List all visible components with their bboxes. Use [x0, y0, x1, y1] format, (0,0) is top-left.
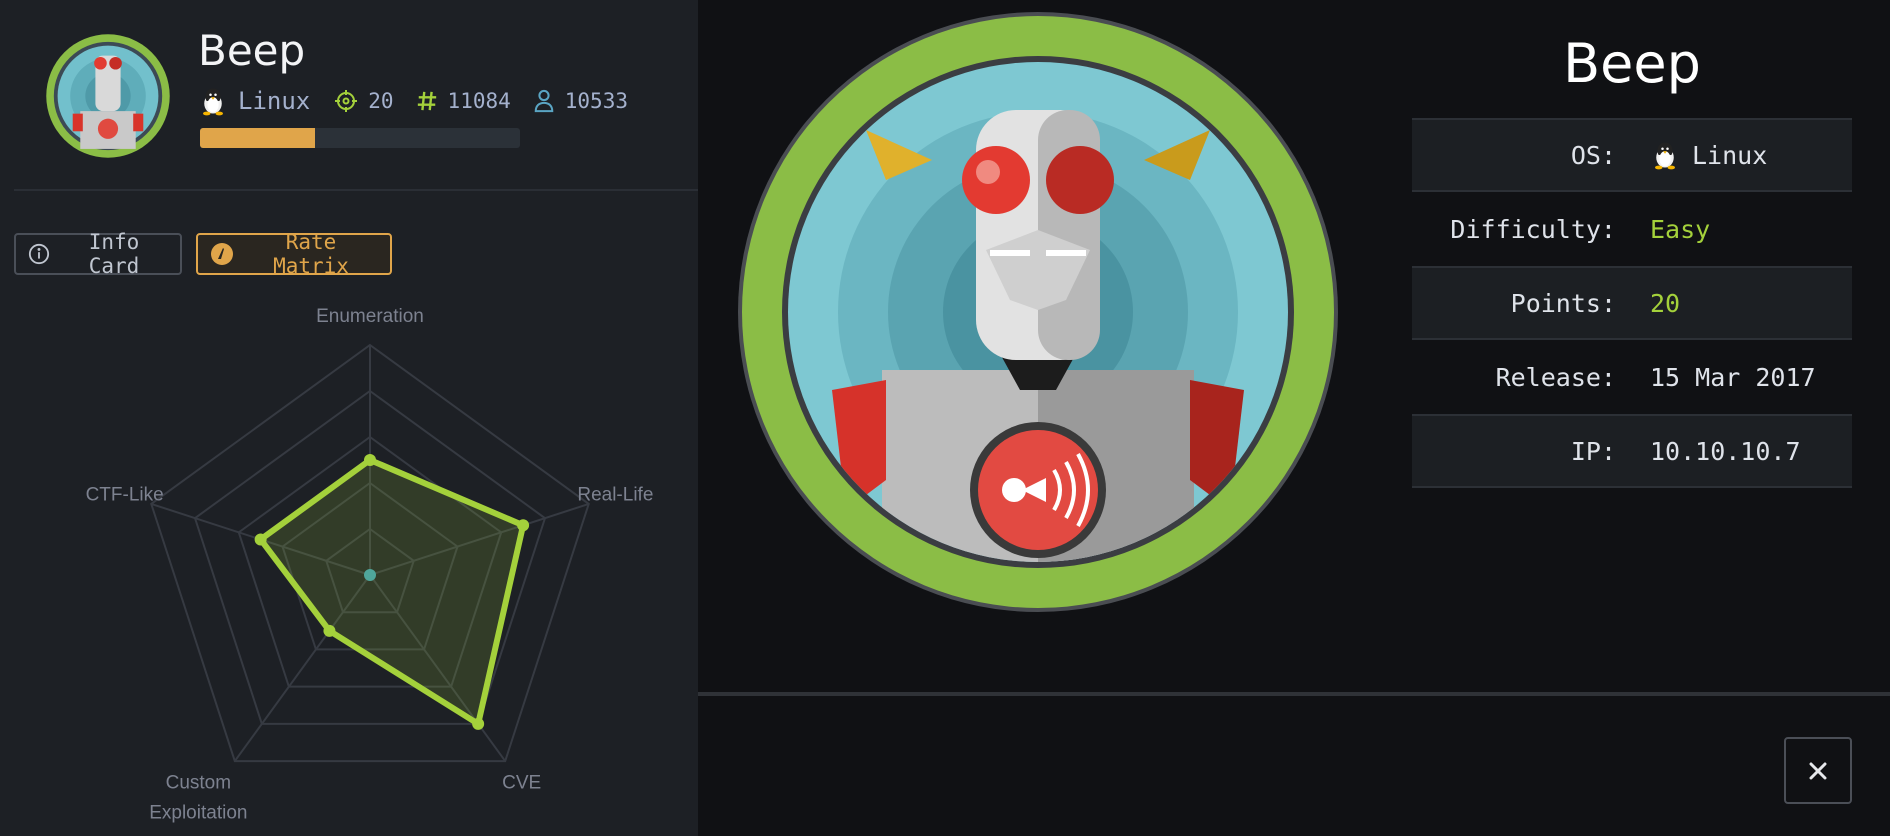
- radar-axis-label: CTF-Like: [86, 484, 164, 505]
- info-row-difficulty: Difficulty: Easy: [1412, 192, 1852, 266]
- radar-axis-label: Enumeration: [316, 306, 424, 327]
- machine-info-table: OS: Linux Difficulty: Easy Points: 20 Re…: [1412, 118, 1852, 488]
- info-label-points: Points:: [1510, 288, 1616, 318]
- info-label-release: Release:: [1495, 362, 1616, 392]
- info-card-button[interactable]: Info Card: [14, 230, 182, 278]
- crosshair-icon: [334, 89, 358, 113]
- radar-center: [364, 569, 376, 581]
- footer-divider: [698, 692, 1890, 696]
- info-card-label: Info Card: [88, 230, 140, 278]
- info-value-points: 20: [1650, 288, 1681, 318]
- info-label-ip: IP:: [1570, 436, 1616, 466]
- linux-tux-icon: [198, 86, 228, 116]
- info-circle-icon: [28, 243, 50, 265]
- machine-avatar-large: [738, 12, 1338, 612]
- info-row-os: OS: Linux: [1412, 118, 1852, 192]
- hash-icon: [416, 90, 438, 112]
- radar-data-point: [472, 717, 485, 730]
- close-button[interactable]: [1784, 737, 1852, 804]
- machine-avatar: [46, 34, 170, 158]
- info-label-os: OS:: [1570, 140, 1616, 170]
- left-panel: Beep Linux 20 11084 10533 Info Card Rate…: [0, 0, 698, 836]
- rate-matrix-label: Rate Matrix: [273, 230, 349, 278]
- radar-axis-label: Real-Life: [577, 484, 653, 505]
- points-value: 20: [368, 89, 394, 113]
- os-name: Linux: [238, 87, 311, 115]
- radar-data-point: [517, 519, 530, 532]
- radar-data-point: [254, 533, 267, 546]
- close-icon: [1806, 759, 1830, 783]
- info-row-ip: IP: 10.10.10.7: [1412, 414, 1852, 488]
- radar-data-point: [364, 454, 376, 466]
- info-label-difficulty: Difficulty:: [1450, 214, 1616, 244]
- user-icon: [533, 89, 555, 113]
- radar-axis-label: Custom Exploitation: [149, 773, 247, 824]
- info-row-release: Release: 15 Mar 2017: [1412, 340, 1852, 414]
- linux-tux-icon: [1650, 140, 1680, 170]
- info-value-release: 15 Mar 2017: [1650, 362, 1816, 392]
- system-owns-value: 10533: [564, 89, 628, 113]
- gauge-icon: [210, 242, 234, 266]
- radar-axis-label: CVE: [502, 773, 541, 794]
- info-value-os-text: Linux: [1692, 140, 1768, 170]
- info-value-ip: 10.10.10.7: [1650, 436, 1801, 466]
- info-row-points: Points: 20: [1412, 266, 1852, 340]
- info-value-os: Linux: [1650, 140, 1767, 170]
- machine-name: Beep: [198, 26, 306, 75]
- completion-progress: [200, 128, 520, 148]
- rate-matrix-button[interactable]: Rate Matrix: [196, 230, 392, 278]
- divider: [14, 189, 698, 191]
- rate-matrix-chart: Enumeration Real-Life CVE Custom Exploitatio…: [86, 306, 654, 824]
- info-value-difficulty: Easy: [1650, 214, 1711, 244]
- user-owns-value: 11084: [447, 89, 511, 113]
- radar-data-point: [323, 624, 336, 637]
- machine-stats: Linux 20 11084 10533: [198, 82, 628, 120]
- radar-series-area: [257, 457, 527, 727]
- progress-fill: [200, 128, 316, 148]
- card-title: Beep: [1563, 32, 1701, 95]
